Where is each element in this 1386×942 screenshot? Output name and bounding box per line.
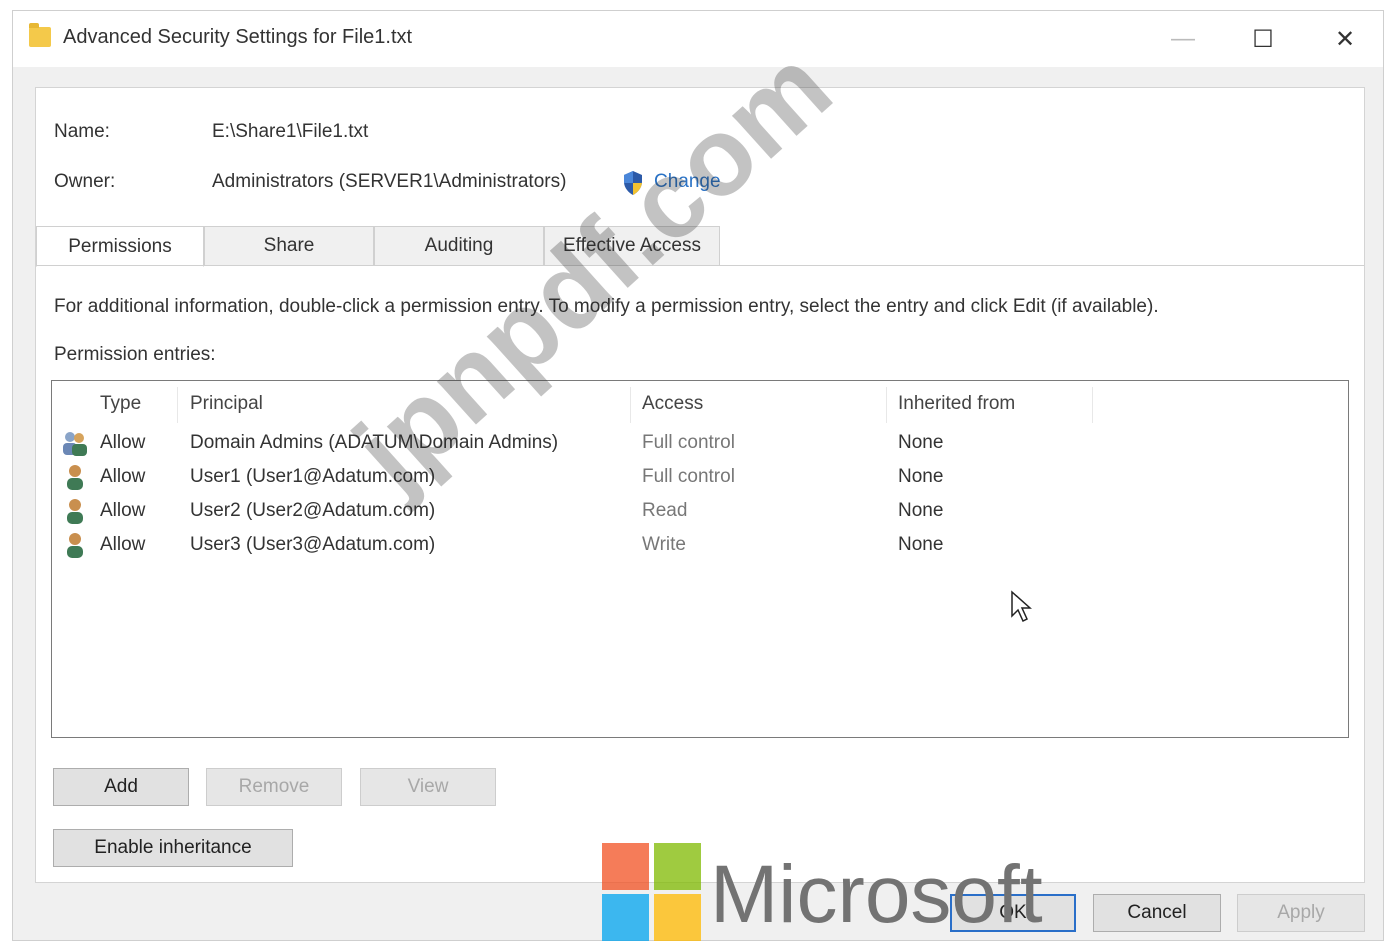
entry-access: Read bbox=[642, 500, 688, 521]
name-value: E:\Share1\File1.txt bbox=[212, 121, 369, 142]
view-button[interactable]: View bbox=[360, 768, 496, 806]
logo-square-blue bbox=[602, 894, 649, 941]
column-separator bbox=[177, 387, 178, 423]
entry-type: Allow bbox=[100, 432, 146, 453]
enable-inheritance-button[interactable]: Enable inheritance bbox=[53, 829, 293, 867]
tab-effective-access[interactable]: Effective Access bbox=[544, 226, 720, 266]
entry-type: Allow bbox=[100, 534, 146, 555]
user-icon bbox=[67, 465, 83, 490]
table-row[interactable]: Allow User3 (User3@Adatum.com) Write Non… bbox=[52, 528, 1348, 562]
apply-button[interactable]: Apply bbox=[1237, 894, 1365, 932]
table-row[interactable]: Allow User1 (User1@Adatum.com) Full cont… bbox=[52, 460, 1348, 494]
entry-inherited-from: None bbox=[898, 466, 944, 487]
column-header-principal[interactable]: Principal bbox=[190, 393, 263, 415]
owner-value: Administrators (SERVER1\Administrators) bbox=[212, 171, 567, 192]
minimize-button[interactable]: — bbox=[1153, 19, 1213, 59]
logo-square-red bbox=[602, 843, 649, 890]
entry-inherited-from: None bbox=[898, 500, 944, 521]
logo-square-yellow bbox=[654, 894, 701, 941]
remove-button[interactable]: Remove bbox=[206, 768, 342, 806]
entry-principal: User1 (User1@Adatum.com) bbox=[190, 466, 436, 487]
window-title: Advanced Security Settings for File1.txt bbox=[63, 26, 413, 48]
column-separator bbox=[1092, 387, 1093, 423]
entry-principal: User2 (User2@Adatum.com) bbox=[190, 500, 436, 521]
tab-share[interactable]: Share bbox=[204, 226, 374, 266]
table-row[interactable]: Allow User2 (User2@Adatum.com) Read None bbox=[52, 494, 1348, 528]
cancel-button[interactable]: Cancel bbox=[1093, 894, 1221, 932]
name-label: Name: bbox=[54, 121, 110, 142]
title-bar: Advanced Security Settings for File1.txt… bbox=[13, 11, 1383, 67]
entry-inherited-from: None bbox=[898, 534, 944, 555]
column-header-access[interactable]: Access bbox=[642, 393, 703, 415]
entry-inherited-from: None bbox=[898, 432, 944, 453]
uac-shield-icon bbox=[624, 171, 642, 195]
owner-label: Owner: bbox=[54, 171, 116, 192]
column-separator bbox=[630, 387, 631, 423]
table-row[interactable]: Allow Domain Admins (ADATUM\Domain Admin… bbox=[52, 426, 1348, 460]
permission-entries-list[interactable]: Type Principal Access Inherited from All… bbox=[51, 380, 1349, 738]
advanced-security-settings-window: Advanced Security Settings for File1.txt… bbox=[12, 10, 1384, 941]
group-icon bbox=[63, 432, 87, 456]
entry-type: Allow bbox=[100, 466, 146, 487]
tab-auditing[interactable]: Auditing bbox=[374, 226, 544, 266]
permission-entries-label: Permission entries: bbox=[54, 344, 216, 365]
mouse-pointer-icon bbox=[1011, 590, 1032, 623]
microsoft-logo-icon bbox=[602, 843, 702, 941]
change-owner-link[interactable]: Change bbox=[654, 171, 721, 193]
logo-square-green bbox=[654, 843, 701, 890]
tab-divider bbox=[36, 265, 1364, 266]
tab-permissions[interactable]: Permissions bbox=[36, 226, 204, 267]
column-header-type[interactable]: Type bbox=[100, 393, 141, 415]
entry-principal: Domain Admins (ADATUM\Domain Admins) bbox=[190, 432, 559, 453]
add-button[interactable]: Add bbox=[53, 768, 189, 806]
user-icon bbox=[67, 499, 83, 524]
column-header-inherited-from[interactable]: Inherited from bbox=[898, 393, 1015, 415]
maximize-button[interactable]: ☐ bbox=[1233, 19, 1293, 59]
entry-principal: User3 (User3@Adatum.com) bbox=[190, 534, 436, 555]
entry-access: Write bbox=[642, 534, 686, 555]
entry-type: Allow bbox=[100, 500, 146, 521]
close-button[interactable]: ✕ bbox=[1315, 19, 1375, 59]
entry-access: Full control bbox=[642, 466, 735, 487]
entry-access: Full control bbox=[642, 432, 735, 453]
ok-button[interactable]: OK bbox=[950, 894, 1076, 932]
content-panel: Name: E:\Share1\File1.txt Owner: Adminis… bbox=[35, 87, 1365, 883]
column-separator bbox=[886, 387, 887, 423]
info-text: For additional information, double-click… bbox=[54, 296, 1159, 317]
user-icon bbox=[67, 533, 83, 558]
folder-icon bbox=[29, 23, 51, 47]
